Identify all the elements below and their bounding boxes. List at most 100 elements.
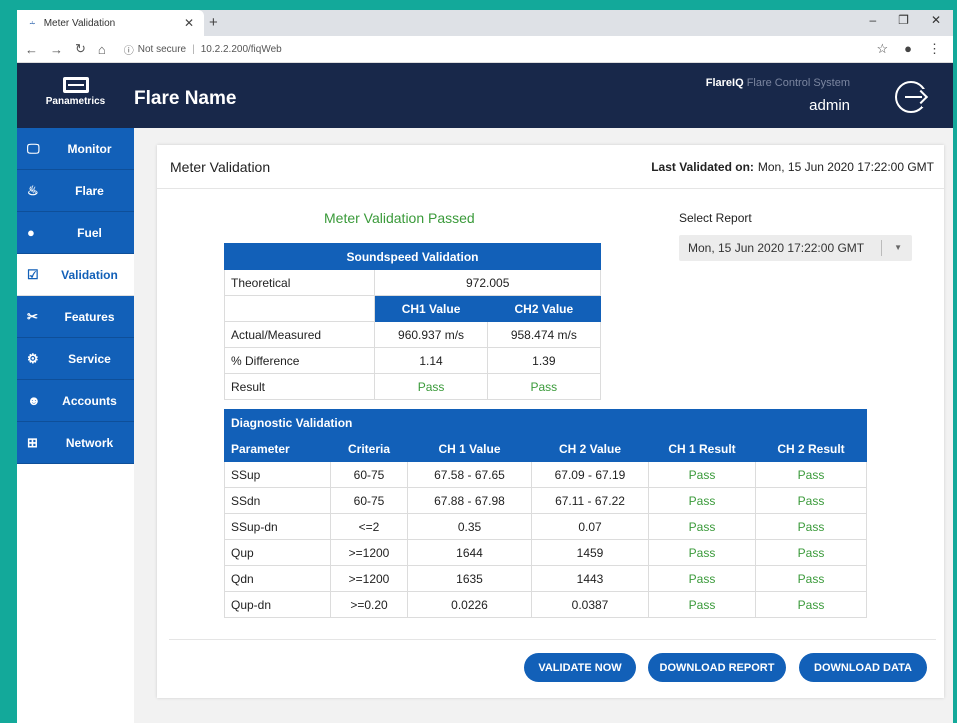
ch2-header: CH2 Value (486, 295, 602, 322)
logo-icon (62, 77, 89, 93)
last-validated-label: Last Validated on: (651, 159, 754, 174)
empty-cell (223, 295, 376, 322)
table-row: Theoretical 972.005 (223, 269, 601, 296)
ch1-value-cell: 67.88 - 67.98 (407, 487, 532, 514)
theoretical-label: Theoretical (223, 269, 376, 296)
select-report-value: Mon, 15 Jun 2020 17:22:00 GMT (688, 241, 865, 255)
logout-icon[interactable] (895, 81, 928, 113)
table-row: % Difference 1.14 1.39 (223, 347, 602, 374)
sidebar-item-accounts[interactable]: ☻ Accounts (17, 380, 134, 422)
ch2-result-cell: Pass (755, 461, 867, 488)
sidebar-item-monitor[interactable]: 🖵 Monitor (17, 128, 134, 170)
sidebar-item-features[interactable]: ✂ Features (17, 296, 134, 338)
star-icon[interactable]: ☆ (876, 41, 888, 57)
table-row: Actual/Measured 960.937 m/s 958.474 m/s (223, 321, 602, 348)
sidebar-item-label: Fuel (77, 225, 102, 240)
ch2-result: Pass (486, 373, 602, 400)
table-row: CH1 Value CH2 Value (223, 295, 602, 322)
new-tab-icon[interactable]: + (209, 14, 218, 31)
criteria-cell: >=1200 (330, 539, 408, 566)
ch1-result-cell: Pass (648, 461, 756, 488)
table-header-row: Parameter Criteria CH 1 Value CH 2 Value… (224, 435, 867, 462)
last-validated-value: Mon, 15 Jun 2020 17:22:00 GMT (757, 159, 934, 174)
table-row: SSup-dn <=2 0.35 0.07 Pass Pass (224, 513, 867, 540)
sidebar-item-label: Network (65, 435, 114, 450)
ch2-result-cell: Pass (755, 591, 867, 618)
table-row: Result Pass Pass (223, 373, 602, 400)
sidebar-item-label: Accounts (62, 393, 117, 408)
ch2-result-cell: Pass (755, 487, 867, 514)
forward-icon[interactable]: → (50, 42, 63, 57)
close-tab-icon[interactable]: ✕ (184, 16, 194, 30)
chevron-down-icon: ▼ (894, 243, 902, 252)
info-icon[interactable]: ⓘ (124, 42, 134, 57)
criteria-cell: >=1200 (330, 565, 408, 592)
reload-icon[interactable]: ↻ (75, 41, 86, 57)
home-icon[interactable]: ⌂ (98, 42, 106, 57)
drop-icon: ● (27, 225, 35, 240)
download-data-button[interactable]: DOWNLOAD DATA (799, 653, 927, 682)
ch1-value-cell: 0.0226 (407, 591, 532, 618)
column-header: CH 2 Result (755, 435, 867, 462)
tab-strip: ⩪ Meter Validation ✕ + – ❐ ✕ (17, 10, 953, 36)
address-bar-actions: ☆ ● ⋮ (876, 41, 941, 57)
tab-title: Meter Validation (43, 17, 116, 29)
url-field[interactable]: ⓘ Not secure | 10.2.2.200/fiqWeb (124, 42, 282, 57)
sidebar-item-label: Service (68, 351, 111, 366)
parameter-cell: SSup (224, 461, 331, 488)
ch1-value-cell: 1635 (407, 565, 532, 592)
url-text: 10.2.2.200/fiqWeb (200, 43, 282, 55)
sidebar-item-label: Flare (75, 183, 104, 198)
clipboard-check-icon: ☑ (27, 266, 39, 282)
download-report-button[interactable]: DOWNLOAD REPORT (648, 653, 786, 682)
soundspeed-table: Soundspeed Validation Theoretical 972.00… (223, 243, 602, 400)
back-icon[interactable]: ← (25, 42, 38, 57)
theoretical-value: 972.005 (374, 269, 601, 296)
ch1-value-cell: 0.35 (407, 513, 532, 540)
column-header: CH 2 Value (531, 435, 649, 462)
gears-icon: ⚙ (27, 350, 39, 366)
select-report-dropdown[interactable]: Mon, 15 Jun 2020 17:22:00 GMT ▼ (679, 235, 912, 261)
browser-tab[interactable]: ⩪ Meter Validation ✕ (17, 10, 204, 36)
ch1-result-cell: Pass (648, 513, 756, 540)
sidebar-item-fuel[interactable]: ● Fuel (17, 212, 134, 254)
row-label: Actual/Measured (223, 321, 376, 348)
sidebar-item-service[interactable]: ⚙ Service (17, 338, 134, 380)
ch1-value: 960.937 m/s (374, 321, 488, 348)
status-message: Meter Validation Passed (324, 210, 475, 226)
criteria-cell: <=2 (330, 513, 408, 540)
table-header-row: Soundspeed Validation (224, 243, 601, 270)
sidebar-item-validation[interactable]: ☑ Validation (17, 254, 134, 296)
sidebar-item-label: Monitor (67, 141, 112, 156)
validation-card: Meter Validation Last Validated on: Mon, … (157, 145, 944, 698)
ch2-value-cell: 0.07 (531, 513, 649, 540)
user-name: admin (809, 97, 850, 114)
criteria-cell: 60-75 (330, 487, 408, 514)
validate-now-button[interactable]: VALIDATE NOW (524, 653, 636, 682)
flame-icon: ♨ (27, 182, 39, 198)
parameter-cell: Qdn (224, 565, 331, 592)
parameter-cell: SSdn (224, 487, 331, 514)
sidebar-item-network[interactable]: ⊞ Network (17, 422, 134, 464)
tools-icon: ✂ (27, 308, 38, 324)
table-row: SSdn 60-75 67.88 - 67.98 67.11 - 67.22 P… (224, 487, 867, 514)
row-label: Result (223, 373, 376, 400)
restore-icon[interactable]: ❐ (898, 13, 909, 27)
ch1-result-cell: Pass (648, 539, 756, 566)
ch2-value-cell: 67.09 - 67.19 (531, 461, 649, 488)
ch1-value-cell: 1644 (407, 539, 532, 566)
select-divider (881, 240, 882, 256)
url-separator: | (192, 43, 195, 55)
monitor-icon: 🖵 (27, 140, 40, 156)
card-header: Meter Validation Last Validated on: Mon, … (157, 145, 944, 189)
sidebar-item-label: Validation (61, 267, 118, 282)
system-title: FlareIQ Flare Control System (706, 77, 850, 89)
criteria-cell: 60-75 (330, 461, 408, 488)
sidebar-item-flare[interactable]: ♨ Flare (17, 170, 134, 212)
close-window-icon[interactable]: ✕ (931, 13, 941, 27)
column-header: Parameter (224, 435, 331, 462)
ch2-value: 1.39 (486, 347, 602, 374)
profile-icon[interactable]: ● (904, 41, 912, 57)
menu-dots-icon[interactable]: ⋮ (928, 41, 941, 57)
minimize-icon[interactable]: – (869, 13, 876, 27)
